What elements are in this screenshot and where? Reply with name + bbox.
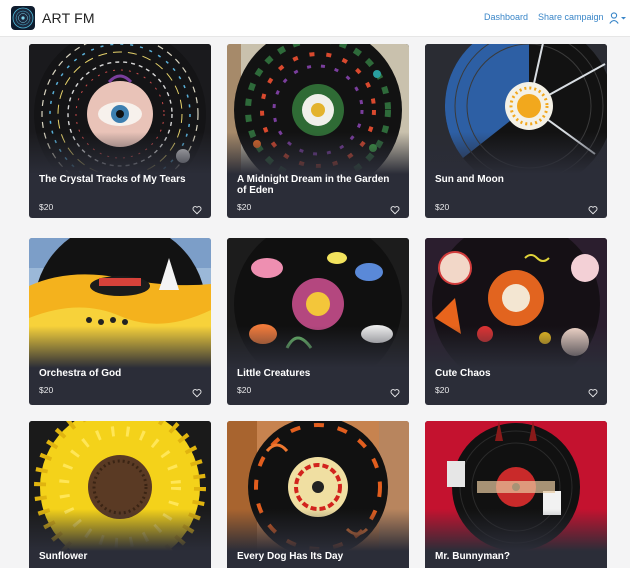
dashboard-link[interactable]: Dashboard [484,12,528,22]
artwork-price: $20 [435,385,450,395]
artwork-card[interactable]: The Crystal Tracks of My Tears $20 [29,44,211,218]
artwork-card[interactable]: Sunflower [29,421,211,568]
heart-outline-icon[interactable] [192,385,202,398]
artwork-title[interactable]: Every Dog Has Its Day [237,551,399,563]
top-navbar: ART FM Dashboard Share campaign [0,0,630,37]
artwork-card[interactable]: Little Creatures $20 [227,238,409,405]
artwork-card[interactable]: Cute Chaos $20 [425,238,607,405]
artwork-image[interactable] [425,44,607,174]
user-dropdown-icon[interactable] [609,11,627,24]
artwork-image[interactable] [29,238,211,368]
artwork-price: $20 [237,385,252,395]
image-fade-overlay [425,326,607,368]
artwork-title[interactable]: Sunflower [39,551,201,563]
artwork-title[interactable]: Orchestra of God [39,368,201,380]
image-fade-overlay [29,132,211,174]
share-campaign-link[interactable]: Share campaign [538,12,604,22]
heart-outline-icon[interactable] [390,385,400,398]
artwork-price: $20 [39,202,54,212]
artwork-price: $20 [435,202,450,212]
heart-outline-icon[interactable] [390,202,400,215]
artwork-image[interactable] [425,421,607,551]
image-fade-overlay [425,509,607,551]
artwork-title[interactable]: Cute Chaos [435,368,597,380]
artwork-card[interactable]: Every Dog Has Its Day [227,421,409,568]
artwork-image[interactable] [29,44,211,174]
image-fade-overlay [425,132,607,174]
artwork-title[interactable]: Mr. Bunnyman? [435,551,597,563]
artwork-card[interactable]: Sun and Moon $20 [425,44,607,218]
artwork-price: $20 [237,202,252,212]
artwork-image[interactable] [227,421,409,551]
heart-outline-icon[interactable] [192,202,202,215]
artwork-card[interactable]: Mr. Bunnyman? [425,421,607,568]
artwork-title[interactable]: The Crystal Tracks of My Tears [39,174,201,186]
vinyl-record-logo-icon[interactable] [11,6,35,30]
image-fade-overlay [227,326,409,368]
brand-name[interactable]: ART FM [42,10,95,26]
artwork-image[interactable] [227,44,409,174]
image-fade-overlay [227,132,409,174]
image-fade-overlay [29,326,211,368]
artwork-title[interactable]: Sun and Moon [435,174,597,186]
heart-outline-icon[interactable] [588,385,598,398]
artwork-image[interactable] [227,238,409,368]
artwork-title[interactable]: Little Creatures [237,368,399,380]
artwork-image[interactable] [425,238,607,368]
artwork-card[interactable]: A Midnight Dream in the Garden of Eden $… [227,44,409,218]
artwork-card[interactable]: Orchestra of God $20 [29,238,211,405]
artwork-title[interactable]: A Midnight Dream in the Garden of Eden [237,174,399,196]
image-fade-overlay [29,509,211,551]
heart-outline-icon[interactable] [588,202,598,215]
image-fade-overlay [227,509,409,551]
artwork-price: $20 [39,385,54,395]
artwork-image[interactable] [29,421,211,551]
